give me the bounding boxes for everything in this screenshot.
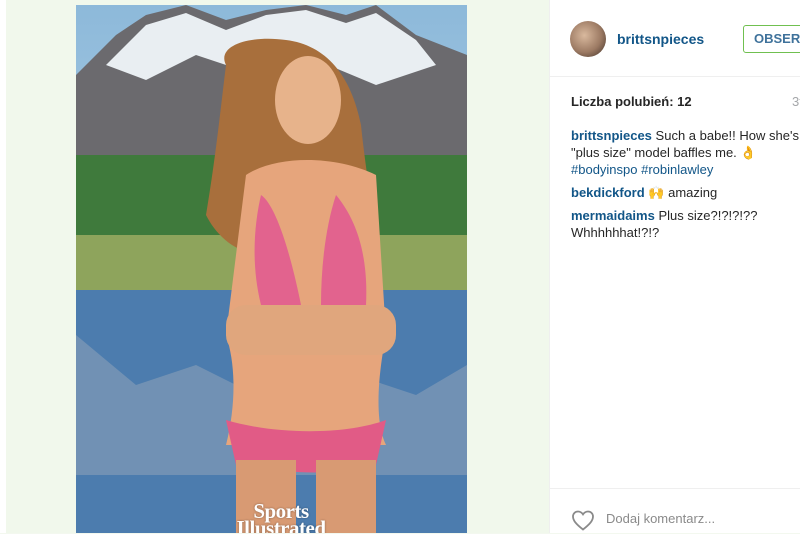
comment-username[interactable]: mermaidaims: [571, 208, 655, 223]
photo-illustration: [76, 5, 467, 533]
ok-hand-emoji: 👌: [740, 145, 757, 160]
post-header: brittsnpieces OBSERWUJ: [550, 0, 800, 77]
raised-hands-emoji: 🙌: [648, 185, 665, 200]
comment-username[interactable]: brittsnpieces: [571, 128, 652, 143]
magazine-logo-line2: Illustrated: [236, 516, 327, 534]
comment-input[interactable]: Dodaj komentarz...: [606, 511, 715, 526]
comment: mermaidaims Plus size?!?!?!?? Whhhhhhat!…: [571, 207, 800, 241]
comment: bekdickford 🙌 amazing: [571, 184, 800, 201]
post-side-panel: brittsnpieces OBSERWUJ Liczba polubień: …: [549, 0, 800, 533]
media-edge: [0, 0, 6, 533]
comment: brittsnpieces Such a babe!! How she's "p…: [571, 127, 800, 178]
avatar[interactable]: [570, 21, 606, 57]
hashtag-link[interactable]: #bodyinspo: [571, 162, 638, 177]
follow-button[interactable]: OBSERWUJ: [743, 25, 800, 53]
post-footer: Dodaj komentarz...: [550, 488, 800, 534]
comment-username[interactable]: bekdickford: [571, 185, 645, 200]
likes-count[interactable]: Liczba polubień: 12: [571, 94, 692, 109]
media-area: Sports Illustrated: [0, 0, 549, 533]
post-username[interactable]: brittsnpieces: [617, 31, 704, 47]
heart-outline-icon[interactable]: [571, 509, 595, 531]
post-time[interactable]: 3t: [792, 94, 800, 109]
comment-text: amazing: [668, 185, 718, 200]
magazine-logo: Sports Illustrated: [211, 501, 351, 534]
post-photo[interactable]: Sports Illustrated: [76, 5, 467, 533]
comment-list: brittsnpieces Such a babe!! How she's "p…: [571, 127, 800, 247]
hashtag-link[interactable]: #robinlawley: [641, 162, 713, 177]
